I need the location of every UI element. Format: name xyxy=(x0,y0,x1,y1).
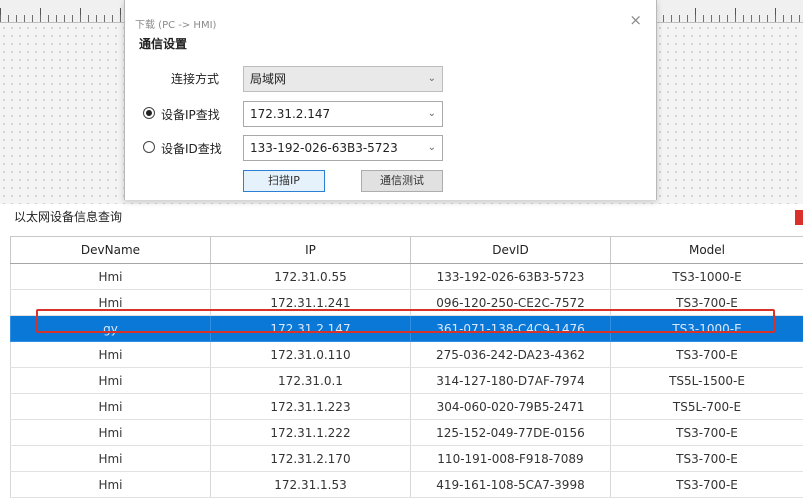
dialog-title: 下载 (PC -> HMI) xyxy=(135,16,216,31)
cell-ip: 172.31.1.222 xyxy=(211,420,411,446)
query-title: 以太网设备信息查询 xyxy=(14,208,122,225)
section-title: 通信设置 xyxy=(139,35,187,52)
cell-devname: Hmi xyxy=(11,290,211,316)
table-row[interactable]: Hmi 172.31.0.55 133-192-026-63B3-5723 TS… xyxy=(11,264,803,290)
cell-devname: Hmi xyxy=(11,446,211,472)
ip-search-label: 设备IP查找 xyxy=(161,106,220,123)
cell-devname: Hmi xyxy=(11,420,211,446)
cell-devname: Hmi xyxy=(11,342,211,368)
chevron-down-icon: ⌄ xyxy=(428,102,436,126)
table-header-row: DevName IP DevID Model xyxy=(11,237,803,264)
comm-test-button[interactable]: 通信测试 xyxy=(361,170,443,192)
cell-ip: 172.31.2.147 xyxy=(211,316,411,342)
cell-devid: 419-161-108-5CA7-3998 xyxy=(411,472,611,498)
cell-devid: 304-060-020-79B5-2471 xyxy=(411,394,611,420)
table-row[interactable]: gy 172.31.2.147 361-071-138-C4C9-1476 TS… xyxy=(11,316,803,342)
close-icon[interactable]: × xyxy=(629,11,642,29)
cell-devname: gy xyxy=(11,316,211,342)
connection-select[interactable]: 局域网 ⌄ xyxy=(243,66,443,92)
ruler-right xyxy=(655,0,803,23)
chevron-down-icon: ⌄ xyxy=(428,136,436,160)
table-row[interactable]: Hmi 172.31.2.170 110-191-008-F918-7089 T… xyxy=(11,446,803,472)
connection-label: 连接方式 xyxy=(171,70,219,87)
cell-devname: Hmi xyxy=(11,472,211,498)
table-row[interactable]: Hmi 172.31.1.223 304-060-020-79B5-2471 T… xyxy=(11,394,803,420)
cell-devid: 133-192-026-63B3-5723 xyxy=(411,264,611,290)
column-header-devname[interactable]: DevName xyxy=(11,237,211,264)
ip-search-value: 172.31.2.147 xyxy=(250,107,330,121)
cell-devid: 125-152-049-77DE-0156 xyxy=(411,420,611,446)
connection-value: 局域网 xyxy=(250,72,286,86)
cell-devid: 275-036-242-DA23-4362 xyxy=(411,342,611,368)
cell-model: TS3-700-E xyxy=(611,342,803,368)
cell-model: TS3-700-E xyxy=(611,420,803,446)
cell-devname: Hmi xyxy=(11,368,211,394)
cell-model: TS3-1000-E xyxy=(611,316,803,342)
ip-search-radio[interactable] xyxy=(143,107,155,119)
cell-model: TS3-700-E xyxy=(611,290,803,316)
cell-model: TS3-700-E xyxy=(611,472,803,498)
cell-devid: 314-127-180-D7AF-7974 xyxy=(411,368,611,394)
table-row[interactable]: Hmi 172.31.1.222 125-152-049-77DE-0156 T… xyxy=(11,420,803,446)
cell-ip: 172.31.1.53 xyxy=(211,472,411,498)
cell-devname: Hmi xyxy=(11,264,211,290)
cell-model: TS3-1000-E xyxy=(611,264,803,290)
cell-ip: 172.31.0.55 xyxy=(211,264,411,290)
cell-ip: 172.31.0.110 xyxy=(211,342,411,368)
column-header-model[interactable]: Model xyxy=(611,237,803,264)
id-search-label: 设备ID查找 xyxy=(161,140,222,157)
red-marker xyxy=(795,210,803,225)
cell-model: TS5L-1500-E xyxy=(611,368,803,394)
download-dialog: 下载 (PC -> HMI) × 通信设置 连接方式 局域网 ⌄ 设备IP查找 … xyxy=(124,0,657,200)
cell-model: TS3-700-E xyxy=(611,446,803,472)
column-header-devid[interactable]: DevID xyxy=(411,237,611,264)
ruler-left xyxy=(0,0,124,23)
id-search-value: 133-192-026-63B3-5723 xyxy=(250,141,398,155)
chevron-down-icon: ⌄ xyxy=(428,67,436,91)
cell-ip: 172.31.2.170 xyxy=(211,446,411,472)
table-row[interactable]: Hmi 172.31.1.241 096-120-250-CE2C-7572 T… xyxy=(11,290,803,316)
cell-devname: Hmi xyxy=(11,394,211,420)
table-row[interactable]: Hmi 172.31.1.53 419-161-108-5CA7-3998 TS… xyxy=(11,472,803,498)
table-row[interactable]: Hmi 172.31.0.1 314-127-180-D7AF-7974 TS5… xyxy=(11,368,803,394)
device-table: DevName IP DevID Model Hmi 172.31.0.55 1… xyxy=(10,236,803,498)
column-header-ip[interactable]: IP xyxy=(211,237,411,264)
cell-devid: 110-191-008-F918-7089 xyxy=(411,446,611,472)
id-search-select[interactable]: 133-192-026-63B3-5723 ⌄ xyxy=(243,135,443,161)
cell-devid: 361-071-138-C4C9-1476 xyxy=(411,316,611,342)
cell-ip: 172.31.1.241 xyxy=(211,290,411,316)
table-row[interactable]: Hmi 172.31.0.110 275-036-242-DA23-4362 T… xyxy=(11,342,803,368)
id-search-radio[interactable] xyxy=(143,141,155,153)
cell-devid: 096-120-250-CE2C-7572 xyxy=(411,290,611,316)
ip-search-select[interactable]: 172.31.2.147 ⌄ xyxy=(243,101,443,127)
scan-ip-button[interactable]: 扫描IP xyxy=(243,170,325,192)
cell-ip: 172.31.0.1 xyxy=(211,368,411,394)
cell-model: TS5L-700-E xyxy=(611,394,803,420)
cell-ip: 172.31.1.223 xyxy=(211,394,411,420)
